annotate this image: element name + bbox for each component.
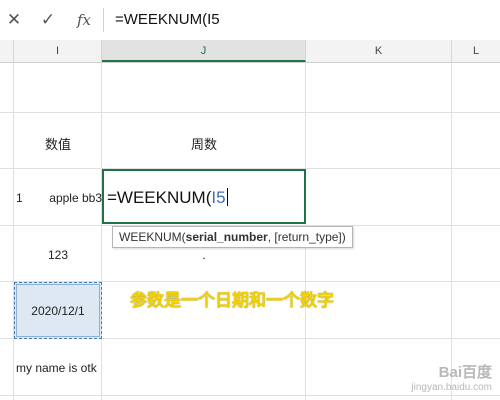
cell-i6: 2020/12/1 bbox=[31, 304, 85, 318]
cell-i7[interactable]: my name is otk bbox=[16, 361, 102, 375]
text-cursor bbox=[226, 188, 228, 206]
column-header-j[interactable]: J bbox=[102, 40, 306, 62]
column-header-k[interactable]: K bbox=[306, 40, 452, 62]
tooltip-args-rest: , [return_type]) bbox=[267, 230, 346, 244]
cell-h4-value[interactable]: 1 bbox=[16, 191, 26, 205]
column-header-l[interactable]: L bbox=[452, 40, 500, 62]
confirm-icon[interactable]: ✓ bbox=[38, 10, 58, 30]
grid-line bbox=[0, 395, 500, 396]
tooltip-function: WEEKNUM( bbox=[119, 230, 186, 244]
row-header-corner[interactable] bbox=[0, 40, 14, 62]
insert-function-icon[interactable]: fx bbox=[74, 10, 94, 30]
cancel-icon[interactable]: ✕ bbox=[4, 10, 24, 30]
annotation-text: 参数是一个日期和一个数字 bbox=[130, 291, 334, 311]
cell-i4[interactable]: apple bb3 bbox=[30, 191, 102, 205]
formula-bar: ✕ ✓ fx =WEEKNUM(I5 bbox=[0, 0, 500, 41]
cell-i5[interactable]: 123 bbox=[14, 248, 102, 262]
formula-input[interactable]: =WEEKNUM(I5 bbox=[115, 10, 220, 30]
tooltip-arg-current[interactable]: serial_number bbox=[186, 230, 268, 244]
cell-i6-highlight[interactable]: 2020/12/1 bbox=[14, 282, 102, 339]
watermark: Bai百度 jingyan.baidu.com bbox=[411, 364, 492, 394]
cell-j5[interactable]: . bbox=[102, 248, 306, 262]
cell-edit-text[interactable]: =WEEKNUM(I5 bbox=[107, 187, 228, 209]
grid-line bbox=[0, 112, 500, 113]
cell-j3[interactable]: 周数 bbox=[102, 134, 306, 153]
column-header-row: I J K L bbox=[0, 40, 500, 63]
function-tooltip[interactable]: WEEKNUM(serial_number, [return_type]) bbox=[112, 226, 353, 248]
watermark-url: jingyan.baidu.com bbox=[411, 382, 492, 393]
active-cell-j4[interactable]: =WEEKNUM(I5 bbox=[102, 169, 306, 224]
cell-formula-prefix: =WEEKNUM( bbox=[107, 188, 212, 207]
watermark-logo: Bai百度 bbox=[438, 364, 492, 381]
column-header-i[interactable]: I bbox=[14, 40, 102, 62]
cell-reference: I5 bbox=[211, 188, 226, 207]
formula-bar-divider bbox=[103, 8, 104, 32]
cell-i3[interactable]: 数值 bbox=[14, 134, 102, 153]
